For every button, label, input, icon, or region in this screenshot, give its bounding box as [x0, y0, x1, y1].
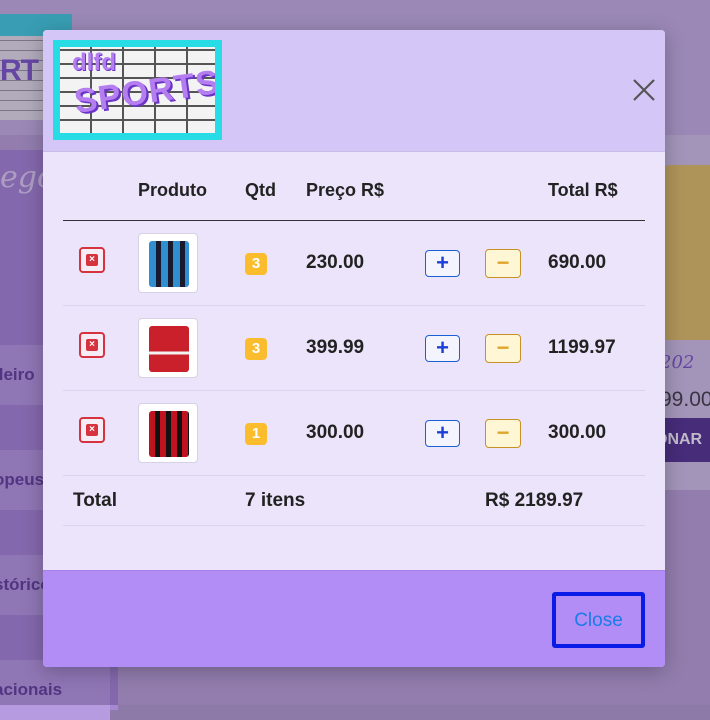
- line-total: 690.00: [548, 252, 607, 273]
- increase-quantity-button[interactable]: +: [425, 419, 460, 447]
- jersey-image: [149, 411, 189, 457]
- total-row: Total 7 itens R$ 2189.97: [63, 476, 645, 526]
- modal-header: dlfd SPORTS: [43, 30, 665, 152]
- close-icon: ×: [86, 424, 98, 436]
- table-row: × 3 230.00 + − 690.00: [63, 221, 645, 306]
- column-header-decrease: [485, 180, 548, 221]
- logo-mark: dlfd: [72, 49, 116, 76]
- close-icon: ×: [86, 254, 98, 266]
- increase-quantity-button[interactable]: +: [425, 249, 460, 277]
- remove-item-button[interactable]: ×: [79, 417, 105, 443]
- table-row: × 3 399.99 + − 1199.97: [63, 306, 645, 391]
- decrease-quantity-button[interactable]: −: [485, 248, 521, 278]
- total-value: R$ 2189.97: [485, 489, 584, 511]
- decrease-quantity-button[interactable]: −: [485, 333, 521, 363]
- cart-table: Produto Qtd Preço R$ Total R$ × 3 230.00…: [63, 180, 645, 526]
- column-header-increase: [425, 180, 485, 221]
- brand-logo: dlfd SPORTS: [53, 40, 222, 140]
- quantity-badge: 1: [245, 422, 267, 445]
- table-row: × 1 300.00 + − 300.00: [63, 391, 645, 476]
- product-thumbnail: [138, 403, 198, 463]
- column-header-remove: [63, 180, 138, 221]
- total-items-count: 7 itens: [245, 489, 306, 511]
- column-header-qty: Qtd: [245, 180, 276, 200]
- product-thumbnail: [138, 233, 198, 293]
- remove-item-button[interactable]: ×: [79, 332, 105, 358]
- jersey-image: [149, 241, 189, 287]
- close-icon: ×: [86, 339, 98, 351]
- line-total: 1199.97: [548, 337, 616, 358]
- total-label: Total: [73, 489, 117, 511]
- close-icon[interactable]: [630, 76, 658, 104]
- line-total: 300.00: [548, 422, 607, 443]
- cart-body: Produto Qtd Preço R$ Total R$ × 3 230.00…: [63, 180, 645, 526]
- increase-quantity-button[interactable]: +: [425, 334, 460, 362]
- cart-modal: dlfd SPORTS Produto Qtd Preço R$ Total R…: [43, 30, 665, 667]
- quantity-badge: 3: [245, 252, 267, 275]
- column-header-price: Preço R$: [306, 180, 385, 200]
- decrease-quantity-button[interactable]: −: [485, 418, 521, 448]
- unit-price: 230.00: [306, 252, 365, 273]
- close-button[interactable]: Close: [552, 592, 645, 648]
- column-header-total: Total R$: [548, 180, 618, 200]
- product-thumbnail: [138, 318, 198, 378]
- modal-footer: Close: [43, 570, 665, 667]
- quantity-badge: 3: [245, 337, 267, 360]
- unit-price: 399.99: [306, 337, 365, 358]
- jersey-image: [149, 326, 189, 372]
- unit-price: 300.00: [306, 422, 365, 443]
- remove-item-button[interactable]: ×: [79, 247, 105, 273]
- table-header-row: Produto Qtd Preço R$ Total R$: [63, 180, 645, 221]
- column-header-product: Produto: [138, 180, 207, 200]
